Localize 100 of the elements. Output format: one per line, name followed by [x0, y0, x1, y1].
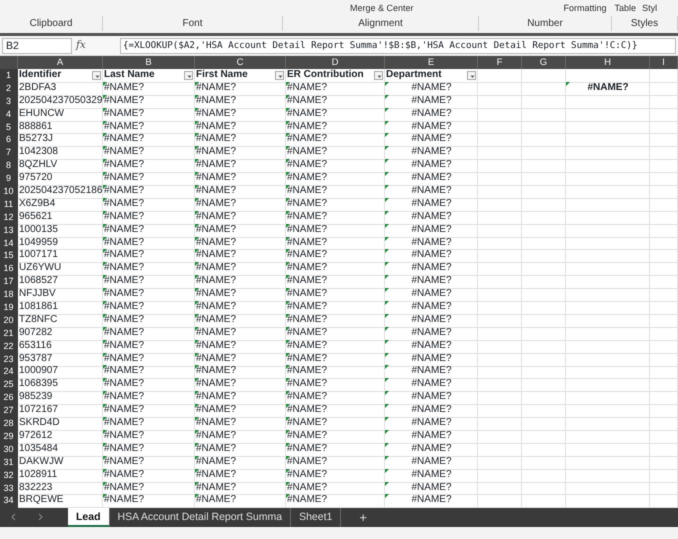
error-indicator-icon — [385, 210, 389, 215]
empty-cell — [478, 482, 522, 496]
error-indicator-icon — [286, 210, 290, 215]
empty-cell — [478, 275, 522, 290]
row-header[interactable]: 11 — [0, 198, 18, 212]
error-indicator-icon — [385, 326, 389, 331]
row-header[interactable]: 18 — [0, 288, 18, 302]
table-cell: #NAME? — [385, 159, 478, 174]
row-header[interactable]: 28 — [0, 417, 18, 431]
empty-cell — [650, 249, 678, 264]
row-header[interactable]: 4 — [0, 108, 18, 122]
row-header[interactable]: 1 — [0, 69, 18, 83]
chevron-left-icon[interactable] — [10, 513, 17, 522]
column-header[interactable]: A — [18, 56, 103, 69]
error-indicator-icon — [103, 442, 107, 447]
column-header[interactable]: F — [478, 56, 522, 69]
row-header[interactable]: 25 — [0, 378, 18, 392]
ribbon-command[interactable]: Formatting — [564, 3, 607, 14]
filter-dropdown[interactable] — [275, 70, 284, 80]
error-indicator-icon — [195, 404, 199, 408]
error-indicator-icon — [286, 172, 290, 176]
row-header[interactable]: 17 — [0, 275, 18, 290]
row-header[interactable]: 12 — [0, 210, 18, 225]
row-header[interactable]: 13 — [0, 224, 18, 238]
row-header[interactable]: 16 — [0, 262, 18, 276]
table-cell: #NAME? — [286, 365, 385, 380]
row-header[interactable]: 29 — [0, 430, 18, 444]
filter-dropdown[interactable] — [184, 70, 193, 80]
chevron-right-icon[interactable] — [37, 513, 44, 522]
row-header[interactable]: 15 — [0, 249, 18, 264]
empty-cell — [478, 236, 522, 250]
row-header[interactable]: 9 — [0, 172, 18, 186]
sheet-tab[interactable]: Lead — [68, 507, 110, 528]
table-cell: #NAME? — [385, 314, 478, 328]
filter-dropdown[interactable] — [374, 70, 383, 80]
error-indicator-icon — [103, 210, 107, 215]
table-cell: 1049959 — [18, 236, 103, 250]
row-header[interactable]: 26 — [0, 391, 18, 406]
row-header[interactable]: 30 — [0, 442, 18, 457]
table-cell: #NAME? — [195, 340, 286, 354]
column-header[interactable]: E — [385, 56, 478, 69]
row-header[interactable]: 8 — [0, 159, 18, 174]
row-header[interactable]: 34 — [0, 494, 18, 508]
error-indicator-icon — [286, 224, 290, 228]
row-header[interactable]: 32 — [0, 468, 18, 483]
row-header[interactable]: 20 — [0, 314, 18, 328]
table-cell: #NAME? — [385, 249, 478, 264]
table-cell: #NAME? — [103, 133, 195, 148]
row-header[interactable]: 3 — [0, 94, 18, 109]
function-button[interactable]: fx — [76, 38, 116, 54]
table-cell: #NAME? — [195, 275, 286, 290]
empty-cell — [522, 378, 566, 392]
column-header[interactable]: I — [650, 56, 678, 69]
row-header[interactable]: 19 — [0, 301, 18, 315]
ribbon-command[interactable]: Styl — [642, 3, 658, 14]
table-cell: 985239 — [18, 391, 103, 406]
empty-cell — [522, 146, 566, 160]
ribbon-command[interactable]: Table — [614, 3, 636, 14]
table-cell: #NAME? — [286, 224, 385, 238]
error-indicator-icon — [103, 172, 107, 176]
table-cell: #NAME? — [385, 468, 478, 483]
error-indicator-icon — [103, 456, 107, 460]
ribbon-command[interactable]: Merge & Center — [350, 3, 414, 14]
column-header[interactable]: D — [286, 56, 385, 69]
empty-cell — [522, 340, 566, 354]
row-header[interactable]: 27 — [0, 404, 18, 418]
table-cell: #NAME? — [286, 249, 385, 264]
table-cell: #NAME? — [103, 482, 195, 496]
error-indicator-icon — [195, 275, 199, 280]
error-indicator-icon — [286, 82, 290, 86]
table-cell: 1081861 — [18, 301, 103, 315]
column-header[interactable]: C — [195, 56, 286, 69]
error-indicator-icon — [385, 494, 389, 498]
row-header[interactable]: 7 — [0, 146, 18, 160]
row-header[interactable]: 6 — [0, 133, 18, 148]
table-cell: #NAME? — [103, 417, 195, 431]
column-header[interactable]: H — [566, 56, 650, 69]
row-header[interactable]: 24 — [0, 365, 18, 380]
row-header[interactable]: 10 — [0, 185, 18, 199]
error-indicator-icon — [385, 340, 389, 344]
table-cell: #NAME? — [286, 198, 385, 212]
add-sheet-button[interactable]: + — [341, 510, 385, 524]
column-header[interactable]: B — [103, 56, 195, 69]
name-box[interactable]: B2 — [2, 38, 72, 54]
filter-dropdown[interactable] — [92, 70, 101, 80]
error-indicator-icon — [103, 404, 107, 408]
empty-cell — [478, 442, 522, 457]
row-header[interactable]: 2 — [0, 82, 18, 96]
row-header[interactable]: 22 — [0, 340, 18, 354]
error-indicator-icon — [385, 94, 389, 99]
row-header[interactable]: 21 — [0, 326, 18, 341]
column-header[interactable]: G — [522, 56, 566, 69]
error-indicator-icon — [286, 198, 290, 202]
table-cell: #NAME? — [286, 108, 385, 122]
row-header[interactable]: 31 — [0, 456, 18, 470]
filter-dropdown[interactable] — [467, 70, 476, 80]
formula-field[interactable]: {=XLOOKUP($A2,'HSA Account Detail Report Summa'!$B:$B,'HSA Account Detail Report Summa'!C:C)} — [120, 38, 676, 54]
error-indicator-icon — [385, 378, 389, 382]
table-cell: 1035484 — [18, 442, 103, 457]
empty-cell — [478, 417, 522, 431]
